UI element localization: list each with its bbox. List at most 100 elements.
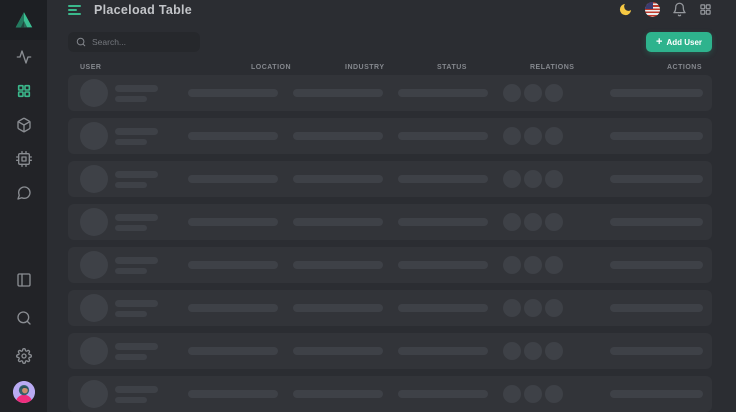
actions-placeholder	[610, 347, 703, 355]
sidebar-item-messages[interactable]	[0, 176, 47, 210]
relations-placeholder-group	[503, 170, 563, 188]
menu-toggle-icon[interactable]	[68, 5, 82, 15]
actions-placeholder	[610, 175, 703, 183]
search-box[interactable]	[68, 32, 200, 52]
column-header-status: STATUS	[437, 64, 467, 71]
avatar-placeholder	[80, 251, 108, 279]
relation-dot-placeholder	[545, 170, 563, 188]
dashboard-grid-icon	[16, 83, 32, 99]
actions-placeholder	[610, 218, 703, 226]
sidebar-item-search[interactable]	[0, 299, 47, 337]
status-placeholder	[398, 390, 488, 398]
relation-dot-placeholder	[524, 299, 542, 317]
actions-placeholder	[610, 261, 703, 269]
relation-dot-placeholder	[503, 342, 521, 360]
relation-dot-placeholder	[503, 213, 521, 231]
avatar-placeholder	[80, 208, 108, 236]
avatar-placeholder	[80, 380, 108, 408]
table-header-row: USER LOCATION INDUSTRY STATUS RELATIONS …	[68, 62, 712, 70]
name-placeholder	[115, 257, 158, 264]
status-placeholder	[398, 218, 488, 226]
relation-dot-placeholder	[524, 256, 542, 274]
column-header-industry: INDUSTRY	[345, 64, 385, 71]
industry-placeholder	[293, 347, 383, 355]
column-header-actions: ACTIONS	[667, 64, 702, 71]
column-header-user: USER	[80, 64, 101, 71]
name-placeholder	[115, 214, 158, 221]
relation-dot-placeholder	[545, 127, 563, 145]
name-placeholder	[115, 386, 158, 393]
relation-dot-placeholder	[545, 84, 563, 102]
sidebar-item-activity[interactable]	[0, 40, 47, 74]
status-placeholder	[398, 261, 488, 269]
relation-dot-placeholder	[503, 256, 521, 274]
sidebar-item-packages[interactable]	[0, 108, 47, 142]
relation-dot-placeholder	[503, 299, 521, 317]
sidebar-item-settings[interactable]	[0, 337, 47, 375]
industry-placeholder	[293, 390, 383, 398]
relation-dot-placeholder	[503, 385, 521, 403]
relation-dot-placeholder	[524, 385, 542, 403]
name-placeholder	[115, 128, 158, 135]
relation-dot-placeholder	[545, 299, 563, 317]
sidebar-item-panels[interactable]	[0, 261, 47, 299]
moon-icon	[618, 2, 633, 17]
sidebar-item-components[interactable]	[0, 142, 47, 176]
table-row-placeholder	[68, 75, 712, 111]
location-placeholder	[188, 304, 278, 312]
relation-dot-placeholder	[524, 127, 542, 145]
name-placeholder	[115, 343, 158, 350]
search-icon	[16, 310, 32, 326]
app-root: Placeload Table	[0, 0, 736, 412]
subtext-placeholder	[115, 397, 147, 403]
app-logo[interactable]	[0, 0, 47, 40]
name-placeholder	[115, 300, 158, 307]
relations-placeholder-group	[503, 342, 563, 360]
add-user-button[interactable]: + Add User	[646, 32, 712, 52]
status-placeholder	[398, 132, 488, 140]
location-placeholder	[188, 390, 278, 398]
subtext-placeholder	[115, 225, 147, 231]
triangle-logo-icon	[13, 9, 35, 31]
search-input[interactable]	[92, 37, 192, 47]
plus-icon: +	[656, 37, 662, 48]
actions-placeholder	[610, 390, 703, 398]
dark-mode-toggle[interactable]	[618, 2, 633, 17]
subtext-placeholder	[115, 96, 147, 102]
relation-dot-placeholder	[545, 385, 563, 403]
column-header-location: LOCATION	[251, 64, 291, 71]
add-user-label: Add User	[666, 38, 702, 47]
location-placeholder	[188, 132, 278, 140]
name-placeholder	[115, 85, 158, 92]
relation-dot-placeholder	[524, 213, 542, 231]
industry-placeholder	[293, 175, 383, 183]
actions-placeholder	[610, 89, 703, 97]
topbar-actions	[618, 2, 712, 17]
apps-menu-button[interactable]	[699, 3, 712, 16]
search-icon	[76, 37, 86, 47]
top-bar: Placeload Table	[68, 0, 712, 19]
table-row-placeholder	[68, 333, 712, 369]
avatar-placeholder	[80, 122, 108, 150]
location-placeholder	[188, 89, 278, 97]
industry-placeholder	[293, 89, 383, 97]
relation-dot-placeholder	[524, 84, 542, 102]
relations-placeholder-group	[503, 256, 563, 274]
language-selector[interactable]	[645, 2, 660, 17]
table-row-placeholder	[68, 376, 712, 412]
user-avatar[interactable]	[13, 381, 35, 403]
sidebar	[0, 0, 47, 412]
relations-placeholder-group	[503, 385, 563, 403]
subtext-placeholder	[115, 139, 147, 145]
name-placeholder	[115, 171, 158, 178]
column-header-relations: RELATIONS	[530, 64, 574, 71]
relations-placeholder-group	[503, 213, 563, 231]
relation-dot-placeholder	[503, 170, 521, 188]
avatar-placeholder	[80, 79, 108, 107]
apps-grid-icon	[699, 3, 712, 16]
notifications-button[interactable]	[672, 2, 687, 17]
relation-dot-placeholder	[503, 84, 521, 102]
sidebar-item-dashboard[interactable]	[0, 74, 47, 108]
relation-dot-placeholder	[545, 213, 563, 231]
relations-placeholder-group	[503, 84, 563, 102]
